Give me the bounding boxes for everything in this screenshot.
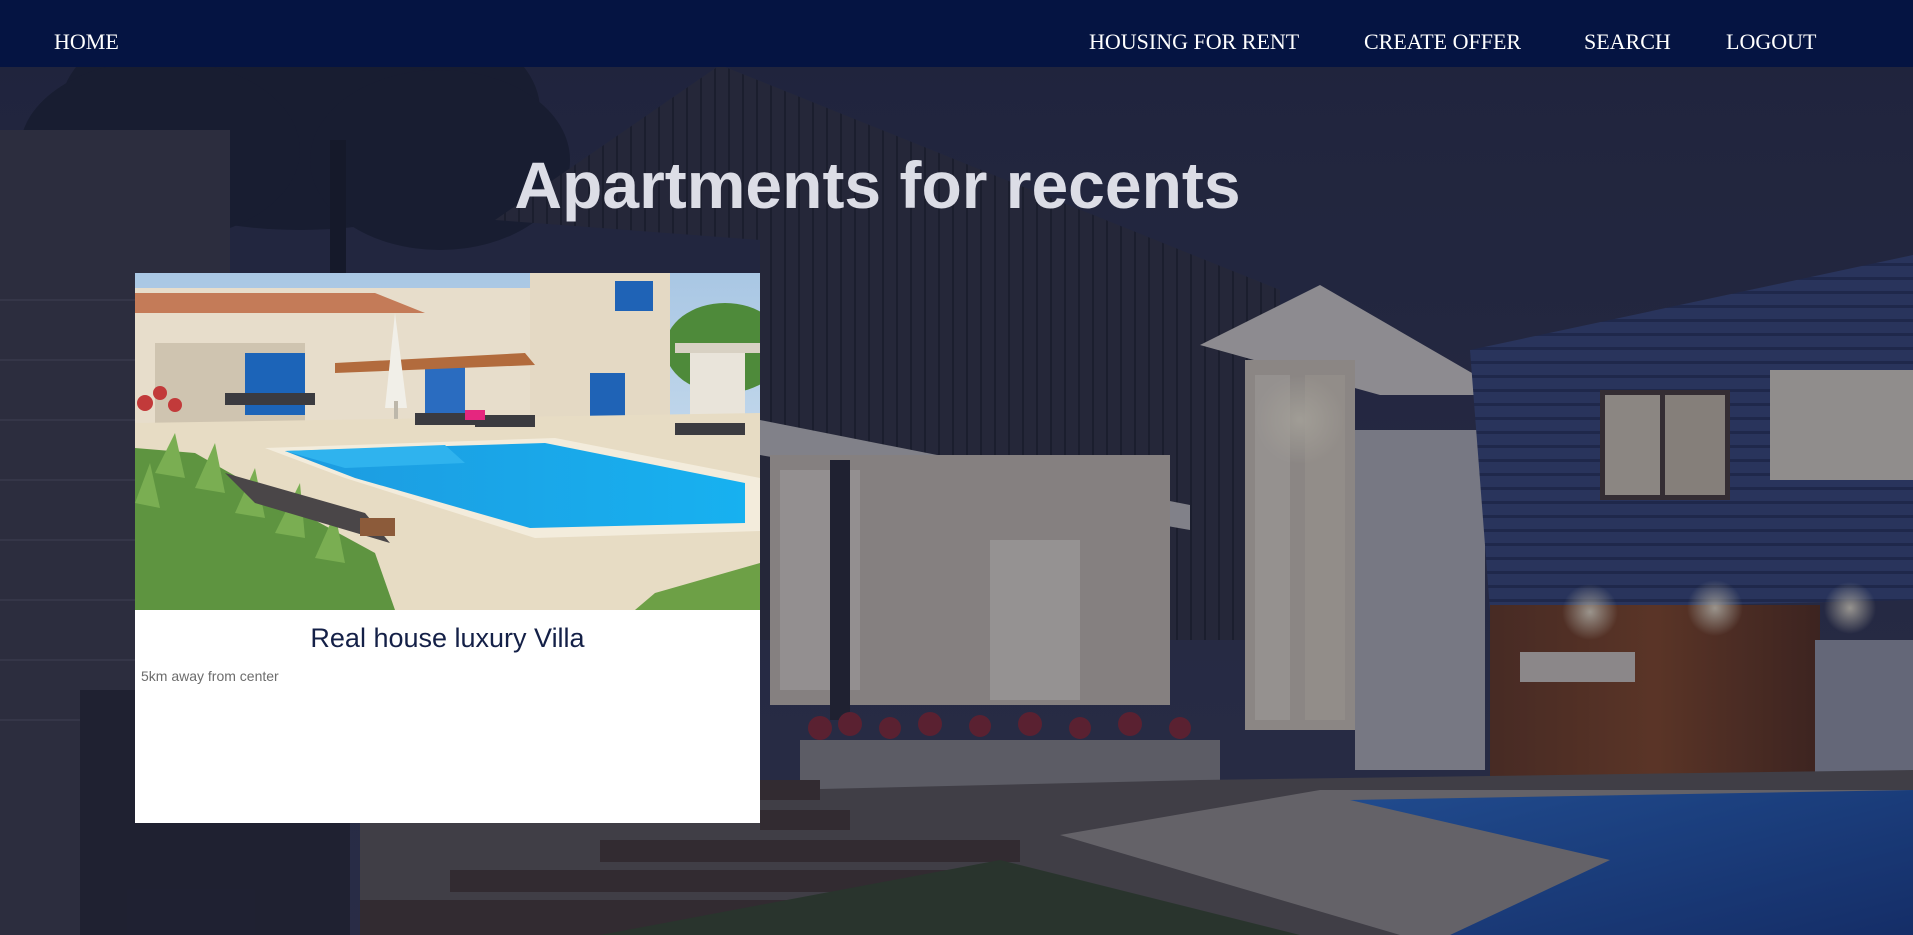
nav-create-offer-link[interactable]: CREATE OFFER [1364,28,1521,56]
listing-title[interactable]: Real house luxury Villa [135,621,760,655]
nav-search-link[interactable]: SEARCH [1584,28,1671,56]
page-title: Apartments for recents [514,148,1241,222]
listing-description: 5km away from center [141,668,279,684]
nav-logout-link[interactable]: LOGOUT [1726,28,1816,56]
nav-housing-for-rent-link[interactable]: HOUSING FOR RENT [1089,28,1299,56]
top-navbar: HOME HOUSING FOR RENT CREATE OFFER SEARC… [0,0,1913,67]
listing-photo[interactable] [135,273,760,610]
nav-home-link[interactable]: HOME [54,28,119,56]
listing-card[interactable]: Real house luxury Villa 5km away from ce… [135,273,760,823]
